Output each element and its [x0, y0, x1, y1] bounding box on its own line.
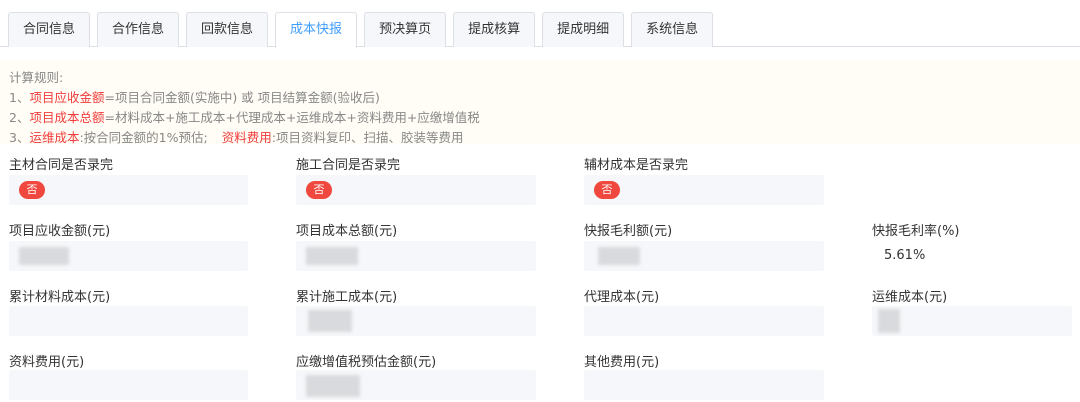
rule-prefix: 2、 — [9, 110, 30, 125]
rule-key: 资料费用 — [221, 130, 272, 145]
tab-commission-calc[interactable]: 提成核算 — [453, 12, 536, 47]
other-fee-field — [584, 370, 824, 400]
gross-profit-label: 快报毛利额(元) — [584, 224, 673, 239]
status-badge: 否 — [594, 181, 620, 199]
material-cost-label: 累计材料成本(元) — [9, 290, 111, 305]
tab-contract-info[interactable]: 合同信息 — [8, 12, 91, 47]
construction-cost-label: 累计施工成本(元) — [296, 290, 398, 305]
redacted-value — [308, 310, 352, 332]
tab-bar: 合同信息 合作信息 回款信息 成本快报 预决算页 提成核算 提成明细 系统信息 — [0, 0, 1080, 48]
construction-cost-field — [296, 306, 536, 336]
agency-cost-label: 代理成本(元) — [584, 290, 660, 305]
agency-cost-field — [584, 306, 824, 336]
material-cost-field — [9, 306, 248, 336]
om-cost-field — [872, 306, 1072, 336]
tab-cost-report[interactable]: 成本快报 — [275, 12, 358, 48]
rule-text: =项目合同金额(实施中) 或 项目结算金额(验收后) — [104, 90, 380, 105]
gross-margin-label: 快报毛利率(%) — [872, 224, 960, 239]
aux-cost-label: 辅材成本是否录完 — [584, 158, 689, 173]
construction-contract-field: 否 — [296, 175, 536, 205]
tab-budget[interactable]: 预决算页 — [364, 12, 447, 47]
main-contract-field: 否 — [9, 175, 248, 205]
rule-line-3: 3、运维成本:按合同金额的1%预估; 资料费用:项目资料复印、扫描、胶装等费用 — [9, 128, 1080, 148]
rule-key: 项目成本总额 — [29, 110, 105, 125]
calc-rules-panel: 计算规则: 1、项目应收金额=项目合同金额(实施中) 或 项目结算金额(验收后)… — [0, 60, 1080, 145]
vat-estimate-label: 应缴增值税预估金额(元) — [296, 355, 437, 370]
rule-prefix: 3、 — [9, 130, 30, 145]
tab-system-info[interactable]: 系统信息 — [631, 12, 714, 47]
rule-line-2: 2、项目成本总额=材料成本+施工成本+代理成本+运维成本+资料费用+应缴增值税 — [9, 108, 1080, 128]
rule-prefix: 1、 — [9, 90, 30, 105]
tab-payment-info[interactable]: 回款信息 — [186, 12, 269, 47]
redacted-value — [598, 247, 640, 265]
redacted-value — [306, 375, 360, 397]
receivable-label: 项目应收金额(元) — [9, 224, 111, 239]
tab-cooperation-info[interactable]: 合作信息 — [97, 12, 180, 47]
gross-margin-value: 5.61% — [884, 248, 926, 263]
rule-text: =材料成本+施工成本+代理成本+运维成本+资料费用+应缴增值税 — [104, 110, 480, 125]
main-contract-label: 主材合同是否录完 — [9, 158, 114, 173]
status-badge: 否 — [306, 181, 332, 199]
rule-text: :按合同金额的1%预估; — [79, 130, 208, 145]
om-cost-label: 运维成本(元) — [872, 290, 948, 305]
other-fee-label: 其他费用(元) — [584, 355, 660, 370]
rule-text: :项目资料复印、扫描、胶装等费用 — [271, 130, 464, 145]
vat-estimate-field — [296, 370, 536, 400]
gross-profit-field — [584, 241, 824, 271]
total-cost-field — [296, 241, 536, 271]
receivable-field — [9, 241, 248, 271]
rules-title: 计算规则: — [9, 70, 64, 85]
rule-line-1: 1、项目应收金额=项目合同金额(实施中) 或 项目结算金额(验收后) — [9, 88, 1080, 108]
redacted-value — [306, 247, 358, 265]
doc-fee-label: 资料费用(元) — [9, 355, 85, 370]
total-cost-label: 项目成本总额(元) — [296, 224, 398, 239]
tab-commission-detail[interactable]: 提成明细 — [542, 12, 625, 47]
doc-fee-field — [9, 370, 248, 400]
redacted-value — [19, 247, 69, 265]
status-badge: 否 — [19, 181, 45, 199]
gross-margin-field: 5.61% — [872, 241, 1072, 271]
redacted-value — [878, 309, 900, 333]
rule-key: 运维成本 — [29, 130, 80, 145]
construction-contract-label: 施工合同是否录完 — [296, 158, 401, 173]
aux-cost-field: 否 — [584, 175, 824, 205]
rule-key: 项目应收金额 — [29, 90, 105, 105]
